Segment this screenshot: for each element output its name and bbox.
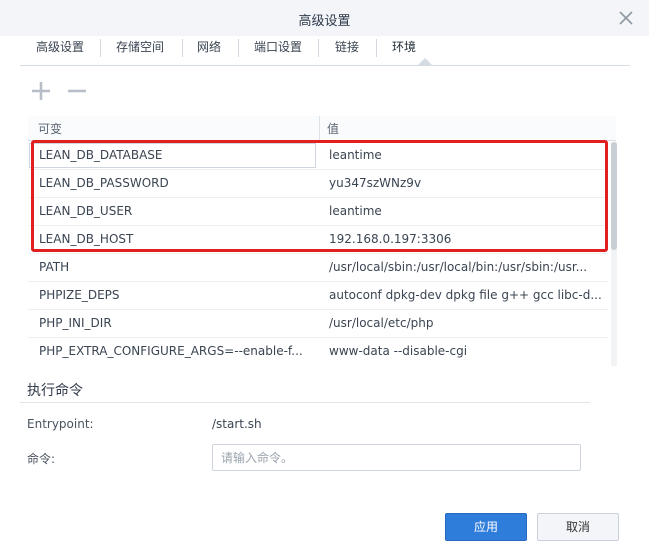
env-value: /usr/local/etc/php xyxy=(329,316,434,330)
plus-icon[interactable] xyxy=(30,80,52,102)
tab-divider xyxy=(182,39,183,57)
env-key: LEAN_DB_PASSWORD xyxy=(39,176,169,190)
minus-icon[interactable] xyxy=(66,80,88,102)
env-key: LEAN_DB_DATABASE xyxy=(39,148,163,162)
table-row[interactable]: PHP_INI_DIR /usr/local/etc/php xyxy=(28,310,608,338)
apply-button[interactable]: 应用 xyxy=(445,513,527,541)
entrypoint-label: Entrypoint: xyxy=(27,417,94,431)
column-header-value[interactable]: 值 xyxy=(327,120,339,137)
env-key: PHP_INI_DIR xyxy=(39,316,112,330)
table-row[interactable]: PHP_EXTRA_CONFIGURE_ARGS=--enable-f... w… xyxy=(28,338,608,366)
command-label: 命令: xyxy=(27,452,56,466)
tab-divider xyxy=(318,39,319,57)
table-row[interactable]: LEAN_DB_USER leantime xyxy=(28,198,608,226)
dialog-title: 高级设置 xyxy=(298,14,351,29)
active-tab-indicator xyxy=(398,58,452,66)
env-key: PHPIZE_DEPS xyxy=(39,288,120,302)
column-header-variable[interactable]: 可变 xyxy=(38,120,62,137)
section-title-execute-command: 执行命令 xyxy=(27,383,83,399)
env-key: LEAN_DB_HOST xyxy=(39,232,134,246)
env-value: autoconf dpkg-dev dpkg file g++ gcc libc… xyxy=(329,288,602,302)
close-icon[interactable] xyxy=(617,9,635,27)
environment-table: 可变 值 LEAN_DB_DATABASE leantime LEAN_DB_P… xyxy=(28,116,618,366)
tab-network[interactable]: 网络 xyxy=(197,36,221,65)
column-divider xyxy=(319,116,320,141)
tab-storage[interactable]: 存储空间 xyxy=(116,36,164,65)
tab-divider xyxy=(100,39,101,57)
env-value: /usr/local/sbin:/usr/local/bin:/usr/sbin… xyxy=(329,260,588,274)
env-value: 192.168.0.197:3306 xyxy=(329,232,452,246)
env-value: leantime xyxy=(329,204,382,218)
tab-divider xyxy=(376,39,377,57)
table-row[interactable]: LEAN_DB_DATABASE leantime xyxy=(28,142,608,170)
section-divider xyxy=(20,402,590,403)
table-row[interactable]: LEAN_DB_HOST 192.168.0.197:3306 xyxy=(28,226,608,254)
cancel-button[interactable]: 取消 xyxy=(537,513,619,541)
title-bar: 高级设置 xyxy=(0,0,649,36)
env-value: leantime xyxy=(329,148,382,162)
tab-port-settings[interactable]: 端口设置 xyxy=(254,36,302,65)
env-key: PATH xyxy=(39,260,70,274)
table-scrollbar[interactable] xyxy=(611,142,617,366)
scrollbar-thumb[interactable] xyxy=(611,142,617,250)
env-key: PHP_EXTRA_CONFIGURE_ARGS=--enable-f... xyxy=(39,344,303,358)
command-input[interactable] xyxy=(212,444,581,471)
entrypoint-value: /start.sh xyxy=(212,417,262,431)
table-row[interactable]: LEAN_DB_PASSWORD yu347szWNz9v xyxy=(28,170,608,198)
tab-advanced[interactable]: 高级设置 xyxy=(36,36,84,65)
table-row[interactable]: PHPIZE_DEPS autoconf dpkg-dev dpkg file … xyxy=(28,282,608,310)
env-key: LEAN_DB_USER xyxy=(39,204,133,218)
table-header: 可变 值 xyxy=(28,116,616,141)
tab-bar: 高级设置 存储空间 网络 端口设置 链接 环境 xyxy=(20,36,630,66)
env-value: yu347szWNz9v xyxy=(329,176,422,190)
env-value: www-data --disable-cgi xyxy=(329,344,468,358)
table-row[interactable]: PATH /usr/local/sbin:/usr/local/bin:/usr… xyxy=(28,254,608,282)
tab-divider xyxy=(238,39,239,57)
tab-links[interactable]: 链接 xyxy=(335,36,359,65)
